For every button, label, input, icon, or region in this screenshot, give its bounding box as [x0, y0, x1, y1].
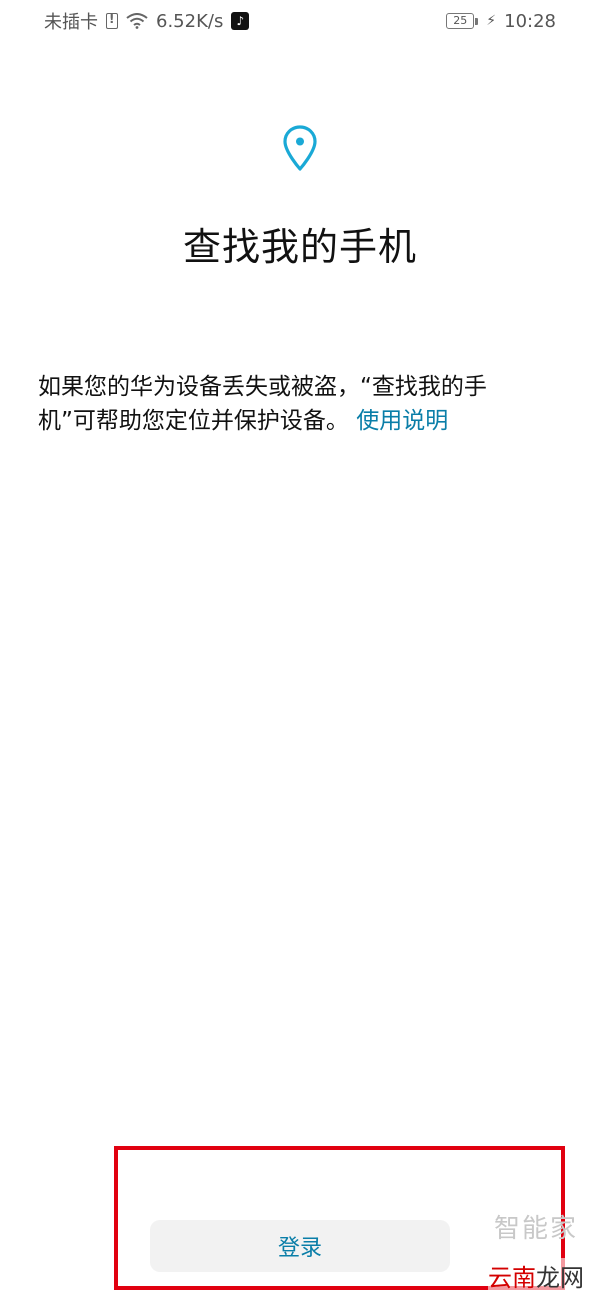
watermark-top: 智能家 — [494, 1214, 579, 1244]
battery-level: 25 — [446, 13, 475, 29]
location-pin-icon — [283, 125, 317, 171]
watermark: 智能家 云南龙网 — [488, 1208, 600, 1300]
description-text: 如果您的华为设备丢失或被盗，“查找我的手机”可帮助您定位并保护设备。 使用说明 — [38, 370, 538, 438]
login-button[interactable]: 登录 — [150, 1220, 450, 1272]
clock: 10:28 — [504, 10, 556, 32]
wifi-icon — [126, 13, 148, 29]
battery-icon: 25 — [446, 13, 479, 29]
watermark-bottom: 云南龙网 — [488, 1258, 584, 1293]
tiktok-notification-icon: ♪ — [231, 12, 250, 30]
page-title: 查找我的手机 — [182, 225, 417, 269]
carrier-label: 未插卡 — [44, 12, 98, 33]
help-link[interactable]: 使用说明 — [356, 408, 448, 434]
network-speed: 6.52K/s — [156, 10, 224, 32]
watermark-rest-text: 龙网 — [536, 1264, 584, 1292]
status-bar: 未插卡 6.52K/s ♪ 25 ⚡ 10:28 — [0, 0, 600, 42]
status-left: 未插卡 6.52K/s ♪ — [44, 8, 250, 34]
status-right: 25 ⚡ 10:28 — [446, 11, 556, 32]
watermark-red-text: 云南 — [488, 1264, 536, 1292]
charging-icon: ⚡ — [486, 13, 497, 29]
no-sim-icon — [106, 12, 118, 29]
